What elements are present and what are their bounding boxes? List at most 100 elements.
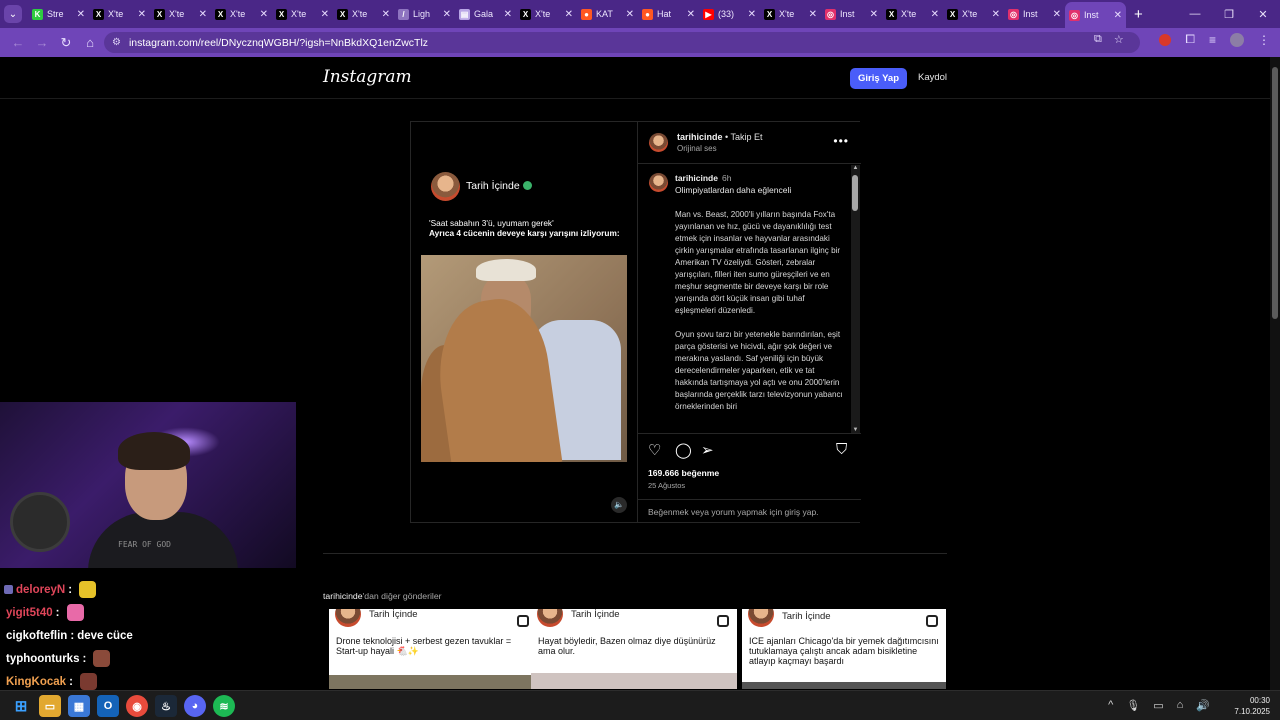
cast-icon[interactable]: ▭	[1153, 699, 1163, 712]
extensions-puzzle-icon[interactable]: ⧠	[1185, 32, 1195, 47]
chat-username[interactable]: cigkofteflin	[6, 630, 67, 642]
instagram-logo[interactable]: Instagram	[323, 67, 412, 87]
like-count[interactable]: 169.666 beğenme	[648, 468, 719, 478]
browser-tab[interactable]: ◎ Inst ✕	[1065, 2, 1126, 28]
login-to-interact-text[interactable]: Beğenmek veya yorum yapmak için giriş ya…	[638, 499, 861, 523]
clock[interactable]: 00:30 7.10.2025	[1234, 695, 1270, 717]
extension-icon[interactable]	[1159, 33, 1172, 46]
browser-tab[interactable]: X X'te ✕	[211, 3, 272, 25]
file-explorer-icon[interactable]: ▭	[39, 695, 61, 717]
more-post-card-3[interactable]: Tarih İçinde ICE ajanları Chicago'da bir…	[742, 609, 946, 689]
microphone-icon[interactable]: 🎙	[1126, 699, 1140, 712]
tab-close-icon[interactable]: ✕	[138, 9, 146, 20]
windows-start-icon[interactable]: ⊞	[10, 695, 32, 717]
follow-link[interactable]: • Takip Et	[725, 132, 763, 142]
audio-label[interactable]: Orijinal ses	[677, 144, 717, 153]
tab-close-icon[interactable]: ✕	[443, 9, 451, 20]
browser-tab[interactable]: ● Hat ✕	[638, 3, 699, 25]
tab-close-icon[interactable]: ✕	[992, 9, 1000, 20]
tab-close-icon[interactable]: ✕	[626, 9, 634, 20]
comment-icon[interactable]: ◯	[675, 441, 692, 459]
discord-icon[interactable]: ◕	[184, 695, 206, 717]
restore-icon[interactable]: ❐	[1212, 8, 1246, 21]
browser-tab[interactable]: / Ligh ✕	[394, 3, 455, 25]
browser-tab[interactable]: ● KAT ✕	[577, 3, 638, 25]
caption-scroll-thumb[interactable]	[852, 175, 858, 211]
browser-tab[interactable]: X X'te ✕	[89, 3, 150, 25]
browser-tab[interactable]: X X'te ✕	[272, 3, 333, 25]
profile-avatar[interactable]	[1230, 32, 1244, 47]
tab-close-icon[interactable]: ✕	[260, 9, 268, 20]
browser-tab[interactable]: X X'te ✕	[333, 3, 394, 25]
reel-media[interactable]: Tarih İçinde 'Saat sabahın 3'ü, uyumam g…	[411, 122, 636, 522]
tab-close-icon[interactable]: ✕	[77, 9, 85, 20]
reload-icon[interactable]: ↻	[54, 35, 78, 51]
signup-link[interactable]: Kaydol	[918, 72, 947, 83]
browser-tab[interactable]: X X'te ✕	[760, 3, 821, 25]
chat-username[interactable]: typhoonturks	[6, 653, 79, 665]
chat-username[interactable]: KingKocak	[6, 676, 66, 688]
browser-tab[interactable]: ◎ Inst ✕	[1004, 3, 1065, 25]
new-tab-button[interactable]: +	[1134, 6, 1143, 23]
browser-tab[interactable]: ◎ Inst ✕	[821, 3, 882, 25]
chrome-icon[interactable]: ◉	[126, 695, 148, 717]
tab-close-icon[interactable]: ✕	[931, 9, 939, 20]
scroll-up-icon[interactable]: ▲	[852, 165, 859, 171]
site-info-icon[interactable]: ⚙	[112, 37, 121, 48]
browser-tab[interactable]: X X'te ✕	[150, 3, 211, 25]
media-controls-icon[interactable]: ≡	[1209, 33, 1216, 47]
back-arrow-icon[interactable]: ←	[6, 35, 30, 50]
tab-close-icon[interactable]: ✕	[809, 9, 817, 20]
caption-username[interactable]: tarihicinde 6h	[675, 173, 731, 183]
network-icon[interactable]: ⌂	[1177, 699, 1184, 712]
tab-close-icon[interactable]: ✕	[1053, 9, 1061, 20]
caption-scrollbar[interactable]: ▲ ▼	[851, 165, 860, 433]
share-send-icon[interactable]: ➢	[701, 441, 714, 459]
chat-username[interactable]: deloreyN	[16, 584, 65, 596]
bookmark-star-icon[interactable]: ☆	[1114, 33, 1124, 46]
tab-close-icon[interactable]: ✕	[321, 9, 329, 20]
browser-tab[interactable]: K Stre ✕	[28, 3, 89, 25]
tab-close-icon[interactable]: ✕	[382, 9, 390, 20]
browser-tab[interactable]: X X'te ✕	[882, 3, 943, 25]
tab-close-icon[interactable]: ✕	[687, 9, 695, 20]
minimize-icon[interactable]: —	[1178, 8, 1212, 20]
more-post-card-2[interactable]: Tarih İçinde Hayat böyledir, Bazen olmaz…	[531, 609, 737, 689]
forward-arrow-icon[interactable]: →	[30, 35, 54, 50]
chat-username[interactable]: yigit5t40	[6, 607, 53, 619]
author-username[interactable]: tarihicinde • Takip Et	[677, 132, 763, 142]
tab-close-icon[interactable]: ✕	[748, 9, 756, 20]
tab-close-icon[interactable]: ✕	[1114, 10, 1122, 21]
browser-tab[interactable]: ▤ Gala ✕	[455, 3, 516, 25]
more-options-icon[interactable]: •••	[833, 134, 849, 148]
more-posts-user-link[interactable]: tarihicinde	[323, 591, 363, 601]
page-scrollbar[interactable]	[1270, 57, 1280, 690]
tab-close-icon[interactable]: ✕	[870, 9, 878, 20]
tray-overflow-chevron-icon[interactable]: ^	[1108, 699, 1113, 712]
tab-close-icon[interactable]: ✕	[504, 9, 512, 20]
browser-menu-icon[interactable]: ⋮	[1258, 33, 1270, 47]
outlook-icon[interactable]: O	[97, 695, 119, 717]
author-avatar[interactable]	[649, 133, 668, 152]
store-icon[interactable]: ▦	[68, 695, 90, 717]
login-button[interactable]: Giriş Yap	[850, 68, 907, 89]
mute-toggle-icon[interactable]: 🔈	[611, 497, 627, 513]
address-bar[interactable]: ⚙ instagram.com/reel/DNycznqWGBH/?igsh=N…	[104, 32, 1140, 53]
caption-avatar[interactable]	[649, 173, 668, 192]
save-bookmark-icon[interactable]: ⛉	[836, 441, 847, 458]
close-window-icon[interactable]: ✕	[1246, 8, 1280, 21]
more-post-card-1[interactable]: Tarih İçinde Drone teknolojisi + serbest…	[329, 609, 537, 689]
home-icon[interactable]: ⌂	[78, 35, 102, 50]
tab-search-chevron-icon[interactable]: ⌄	[4, 5, 22, 23]
spotify-icon[interactable]: ≋	[213, 695, 235, 717]
volume-icon[interactable]: 🔊	[1196, 699, 1210, 712]
browser-tab[interactable]: ▶ (33) ✕	[699, 3, 760, 25]
tab-close-icon[interactable]: ✕	[565, 9, 573, 20]
browser-tab[interactable]: X X'te ✕	[943, 3, 1004, 25]
install-app-icon[interactable]: ⧉	[1094, 33, 1102, 46]
page-scroll-thumb[interactable]	[1272, 67, 1278, 319]
tab-close-icon[interactable]: ✕	[199, 9, 207, 20]
like-heart-icon[interactable]: ♡	[648, 441, 661, 459]
browser-tab[interactable]: X X'te ✕	[516, 3, 577, 25]
reel-video-frame[interactable]	[421, 255, 627, 462]
